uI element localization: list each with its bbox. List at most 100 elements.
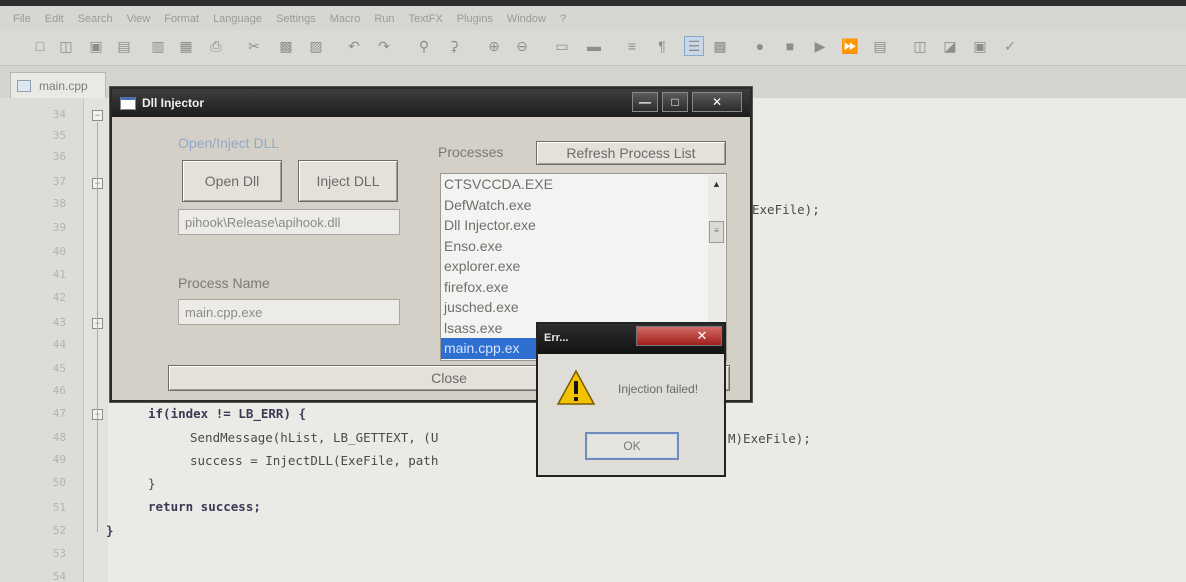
maximize-icon: □: [671, 95, 679, 109]
code-line-52: }: [106, 523, 114, 538]
title-bar[interactable]: Dll Injector — □ ✕: [112, 89, 750, 117]
menu-macro[interactable]: Macro: [323, 13, 368, 25]
user-language-icon[interactable]: ▩: [710, 36, 730, 56]
replace-icon[interactable]: ⚳: [444, 36, 464, 56]
close-window-button[interactable]: ✕: [692, 92, 742, 112]
tab-main-cpp[interactable]: main.cpp: [10, 72, 106, 98]
list-item[interactable]: DefWatch.exe: [441, 195, 726, 216]
menu-file[interactable]: File: [6, 13, 38, 25]
run-macro-multiple-icon[interactable]: ⏩: [840, 36, 860, 56]
menu-edit[interactable]: Edit: [38, 13, 71, 25]
fold-toggle[interactable]: −: [92, 110, 103, 121]
line-number: 53: [52, 547, 66, 560]
inject-dll-button[interactable]: Inject DLL: [298, 160, 398, 202]
list-item[interactable]: jusched.exe: [441, 297, 726, 318]
list-item[interactable]: Dll Injector.exe: [441, 215, 726, 236]
maximize-button[interactable]: □: [662, 92, 688, 112]
line-number: 48: [52, 431, 66, 444]
save-macro-icon[interactable]: ▤: [870, 36, 890, 56]
process-name-field[interactable]: main.cpp.exe: [178, 299, 400, 325]
new-file-icon[interactable]: □: [30, 36, 50, 56]
scroll-thumb[interactable]: ≡: [709, 221, 724, 243]
fold-line: [97, 122, 98, 532]
menu-bar: File Edit Search View Format Language Se…: [0, 0, 1186, 30]
error-close-button[interactable]: ✕: [636, 326, 722, 346]
spellcheck-icon[interactable]: ✓: [1000, 36, 1020, 56]
line-number: 39: [52, 221, 66, 234]
menu-plugins[interactable]: Plugins: [450, 13, 500, 25]
menu-window[interactable]: Window: [500, 13, 553, 25]
warning-icon: [556, 369, 596, 405]
line-number: 51: [52, 501, 66, 514]
menu-format[interactable]: Format: [157, 13, 206, 25]
code-line-48: SendMessage(hList, LB_GETTEXT, (U: [190, 430, 439, 445]
open-dll-button[interactable]: Open Dll: [182, 160, 282, 202]
close-all-icon[interactable]: ▦: [176, 36, 196, 56]
list-item[interactable]: Enso.exe: [441, 236, 726, 257]
sync-horizontal-icon[interactable]: ▬: [584, 36, 604, 56]
stop-macro-icon[interactable]: ■: [780, 36, 800, 56]
line-number: 45: [52, 362, 66, 375]
line-number: 34: [52, 108, 66, 121]
minimize-icon: —: [639, 95, 651, 109]
undo-icon[interactable]: ↶: [344, 36, 364, 56]
close-icon: ✕: [696, 328, 708, 343]
line-number: 44: [52, 338, 66, 351]
file-icon: [17, 79, 31, 92]
open-file-icon[interactable]: ◫: [56, 36, 76, 56]
line-number: 38: [52, 197, 66, 210]
line-number: 49: [52, 453, 66, 466]
plugin-1-icon[interactable]: ◫: [910, 36, 930, 56]
list-item[interactable]: CTSVCCDA.EXE: [441, 174, 726, 195]
list-item[interactable]: firefox.exe: [441, 277, 726, 298]
menu-run[interactable]: Run: [367, 13, 401, 25]
window-title: Dll Injector: [142, 96, 205, 110]
line-number: 47: [52, 407, 66, 420]
code-line-38-tail: ExeFile);: [752, 202, 820, 217]
line-number: 41: [52, 268, 66, 281]
dll-path-field[interactable]: pihook\Release\apihook.dll: [178, 209, 400, 235]
close-file-icon[interactable]: ▥: [148, 36, 168, 56]
process-name-label: Process Name: [178, 275, 270, 291]
ok-button[interactable]: OK: [585, 432, 679, 460]
refresh-process-list-button[interactable]: Refresh Process List: [536, 141, 726, 165]
plugin-3-icon[interactable]: ▣: [970, 36, 990, 56]
toolbar: □ ◫ ▣ ▤ ▥ ▦ ⎙ ✂ ▩ ▨ ↶ ↷ ⚲ ⚳ ⊕ ⊖ ▭ ▬ ≡ ¶ …: [0, 30, 1186, 66]
menu-language[interactable]: Language: [206, 13, 269, 25]
show-all-chars-icon[interactable]: ¶: [652, 36, 672, 56]
line-number: 37: [52, 175, 66, 188]
line-number: 50: [52, 476, 66, 489]
list-item[interactable]: explorer.exe: [441, 256, 726, 277]
cut-icon[interactable]: ✂: [244, 36, 264, 56]
zoom-out-icon[interactable]: ⊖: [512, 36, 532, 56]
scroll-up-icon[interactable]: ▲: [708, 175, 725, 193]
line-number: 35: [52, 129, 66, 142]
record-macro-icon[interactable]: ●: [750, 36, 770, 56]
copy-icon[interactable]: ▩: [276, 36, 296, 56]
menu-textfx[interactable]: TextFX: [402, 13, 450, 25]
menu-view[interactable]: View: [120, 13, 158, 25]
word-wrap-icon[interactable]: ≡: [622, 36, 642, 56]
print-icon[interactable]: ⎙: [206, 36, 226, 56]
find-icon[interactable]: ⚲: [414, 36, 434, 56]
minimize-button[interactable]: —: [632, 92, 658, 112]
menu-settings[interactable]: Settings: [269, 13, 323, 25]
code-line-51: return success;: [148, 499, 261, 514]
list-item-selected[interactable]: main.cpp.ex: [441, 338, 537, 359]
play-macro-icon[interactable]: ▶: [810, 36, 830, 56]
redo-icon[interactable]: ↷: [374, 36, 394, 56]
line-number: 36: [52, 150, 66, 163]
error-dialog-title: Err...: [544, 332, 569, 344]
paste-icon[interactable]: ▨: [306, 36, 326, 56]
sync-vertical-icon[interactable]: ▭: [552, 36, 572, 56]
zoom-in-icon[interactable]: ⊕: [484, 36, 504, 56]
menu-help[interactable]: ?: [553, 13, 573, 25]
code-line-48-tail: M)ExeFile);: [728, 431, 811, 446]
save-icon[interactable]: ▣: [86, 36, 106, 56]
menu-search[interactable]: Search: [71, 13, 120, 25]
plugin-2-icon[interactable]: ◪: [940, 36, 960, 56]
line-number: 54: [52, 570, 66, 582]
error-title-bar[interactable]: Err... ✕: [538, 324, 724, 354]
save-all-icon[interactable]: ▤: [114, 36, 134, 56]
indent-guide-icon[interactable]: ☰: [684, 36, 704, 56]
